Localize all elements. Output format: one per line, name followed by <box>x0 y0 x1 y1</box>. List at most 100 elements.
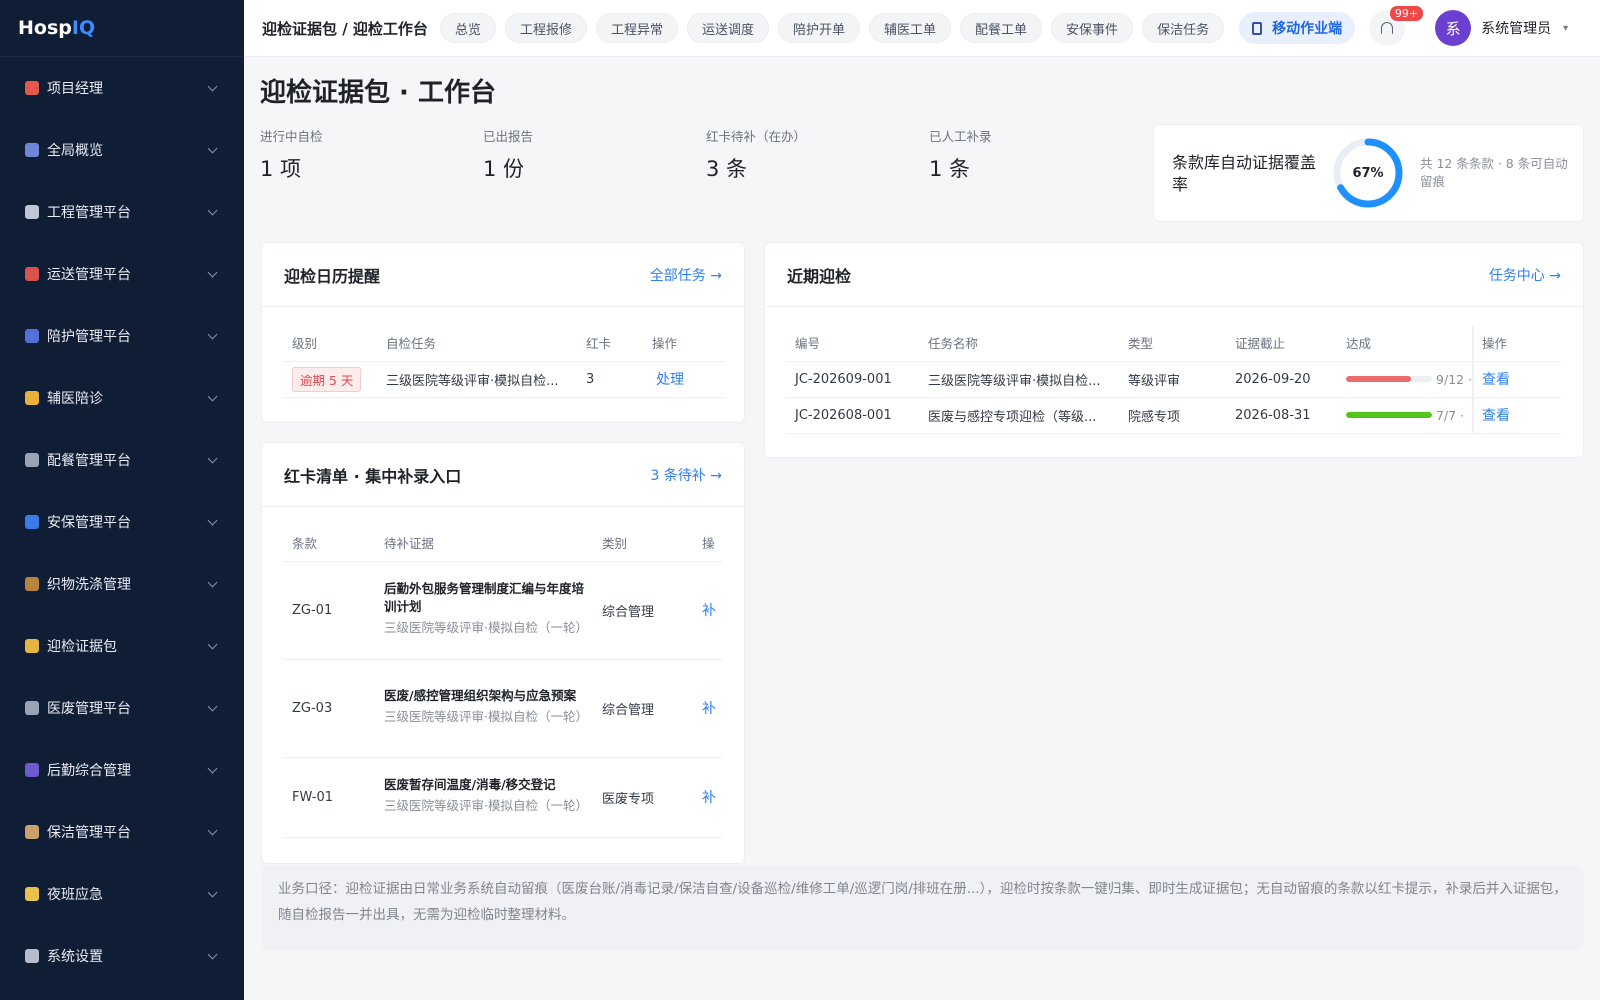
avatar[interactable]: 系 <box>1435 10 1472 46</box>
nav-chip[interactable]: 辅医工单 <box>869 13 952 43</box>
nav-chip[interactable]: 工程报修 <box>504 13 587 43</box>
logo-accent: IQ <box>71 17 96 39</box>
table-row: JC-202609-001 三级医院等级评审·模拟自检... 等级评审 2026… <box>787 361 1561 398</box>
supplement-link[interactable]: 补 <box>702 790 716 806</box>
col-type: 类型 <box>1120 325 1227 362</box>
red-count: 3 <box>578 361 644 398</box>
progress-bar <box>1346 376 1432 382</box>
broom-icon <box>25 825 39 839</box>
sidebar-item-label: 项目经理 <box>47 81 103 97</box>
coverage-percent: 67% <box>1352 165 1384 181</box>
chevron-down-icon <box>207 515 218 525</box>
ambulance-icon <box>25 267 39 281</box>
sidebar-item[interactable]: 保洁管理平台 <box>0 801 244 863</box>
sidebar-item[interactable]: 运送管理平台 <box>0 243 244 305</box>
nav-chip[interactable]: 陪护开单 <box>778 13 861 43</box>
nav-chip[interactable]: 总览 <box>439 13 496 43</box>
col-action: 操 <box>694 525 722 562</box>
nav-chip[interactable]: 安保事件 <box>1051 13 1134 43</box>
red-cards-table: 条款 待补证据 类别 操 ZG-01 后勤外包服务管理制度汇编与年度培训计划 三… <box>284 525 722 838</box>
col-name: 任务名称 <box>920 325 1120 362</box>
red-cards-header: 红卡清单 · 集中补录入口 3 条待补 → <box>262 443 744 507</box>
chevron-down-icon <box>207 267 218 277</box>
stat-red-cards: 红卡待补（在办） 3 条 <box>706 126 806 183</box>
col-action: 操作 <box>644 325 724 362</box>
inspection-name: 医废与感控专项迎检（等级... <box>920 397 1120 434</box>
overdue-tag: 逾期 5 天 <box>292 366 362 392</box>
all-tasks-link[interactable]: 全部任务 → <box>650 265 722 285</box>
recent-card-header: 近期迎检 任务中心 → <box>765 243 1583 307</box>
sidebar-item[interactable]: 辅医陪诊 <box>0 367 244 429</box>
sidebar-item[interactable]: 工程管理平台 <box>0 181 244 243</box>
sidebar-item[interactable]: 织物洗涤管理 <box>0 553 244 615</box>
sidebar-item-label: 工程管理平台 <box>47 205 131 221</box>
recent-title: 近期迎检 <box>787 266 852 286</box>
progress-bar-fill <box>1346 412 1432 418</box>
col-id: 编号 <box>787 325 920 362</box>
sidebar-item-label: 安保管理平台 <box>47 515 131 531</box>
inspection-deadline: 2026-08-31 <box>1227 397 1338 434</box>
nav-chip[interactable]: 工程异常 <box>595 13 678 43</box>
col-evidence: 待补证据 <box>376 525 594 562</box>
col-category: 类别 <box>594 525 694 562</box>
progress-label: 7/7 · <box>1436 407 1465 423</box>
task-center-link[interactable]: 任务中心 → <box>1489 265 1561 285</box>
view-link[interactable]: 查看 <box>1482 372 1510 388</box>
bell-icon <box>1381 22 1394 34</box>
stat-label: 红卡待补（在办） <box>706 129 807 144</box>
chevron-down-icon <box>207 825 218 835</box>
clause-code: FW-01 <box>284 757 376 838</box>
pending-link[interactable]: 3 条待补 → <box>650 465 722 485</box>
sidebar-item-label: 运送管理平台 <box>47 267 131 283</box>
quick-nav-chips: 总览 工程报修 工程异常 运送调度 陪护开单 辅医工单 配餐工单 安保事件 保洁任务 <box>439 13 1233 43</box>
nav-chip[interactable]: 运送调度 <box>686 13 769 43</box>
username[interactable]: 系统管理员 <box>1481 18 1551 38</box>
app-logo[interactable]: Hosp IQ <box>0 0 244 57</box>
stat-value: 1 条 <box>929 157 971 181</box>
logo-main: Hosp <box>18 17 72 39</box>
stat-manual: 已人工补录 1 条 <box>929 126 992 183</box>
evidence-source: 三级医院等级评审·模拟自检（一轮） <box>384 798 588 813</box>
sidebar-item[interactable]: 后勤综合管理 <box>0 739 244 801</box>
sidebar-item[interactable]: 陪护管理平台 <box>0 305 244 367</box>
stat-value: 1 份 <box>483 157 525 181</box>
sidebar-item[interactable]: 配餐管理平台 <box>0 429 244 491</box>
mobile-workspace-button[interactable]: 移动作业端 <box>1239 12 1356 44</box>
sidebar-item[interactable]: 项目经理 <box>0 57 244 119</box>
handle-link[interactable]: 处理 <box>656 372 684 388</box>
nav-chip[interactable]: 保洁任务 <box>1142 13 1225 43</box>
inspection-deadline: 2026-09-20 <box>1227 361 1338 398</box>
shield-icon <box>25 515 39 529</box>
user-menu-caret-icon[interactable]: ▾ <box>1563 23 1568 34</box>
col-code: 条款 <box>284 525 376 562</box>
nav-chip[interactable]: 配餐工单 <box>960 13 1043 43</box>
evidence-title: 后勤外包服务管理制度汇编与年度培训计划 <box>384 581 585 614</box>
mobile-workspace-label: 移动作业端 <box>1272 21 1343 37</box>
clause-code: ZG-01 <box>284 561 376 660</box>
chevron-down-icon <box>207 143 218 153</box>
view-link[interactable]: 查看 <box>1482 408 1510 424</box>
sidebar-item[interactable]: 医废管理平台 <box>0 677 244 739</box>
progress-label: 9/12 · <box>1436 371 1473 387</box>
chevron-down-icon <box>207 949 218 959</box>
inspection-type: 等级评审 <box>1120 361 1227 398</box>
chevron-down-icon <box>207 453 218 463</box>
stat-label: 已人工补录 <box>929 129 992 144</box>
notification-button[interactable]: 99+ <box>1369 4 1426 46</box>
col-progress: 达成 <box>1338 325 1474 362</box>
stat-in-progress: 进行中自检 1 项 <box>260 126 323 183</box>
table-row: ZG-01 后勤外包服务管理制度汇编与年度培训计划 三级医院等级评审·模拟自检（… <box>284 561 722 660</box>
sidebar-item[interactable]: 夜班应急 <box>0 863 244 925</box>
business-note: 业务口径：迎检证据由日常业务系统自动留痕（医废台账/消毒记录/保洁自查/设备巡检… <box>262 866 1584 950</box>
inspection-id: JC-202609-001 <box>787 361 920 398</box>
supplement-link[interactable]: 补 <box>702 701 716 717</box>
sidebar-item[interactable]: 安保管理平台 <box>0 491 244 553</box>
col-level: 级别 <box>284 325 378 362</box>
top-bar: 迎检证据包 / 迎检工作台 总览 工程报修 工程异常 运送调度 陪护开单 辅医工单 配餐工单… <box>244 0 1600 57</box>
sidebar-item[interactable]: 系统设置 <box>0 925 244 987</box>
calendar-card: 迎检日历提醒 全部任务 → 级别 自检任务 红卡 操作 逾期 5 天 三级医院等… <box>261 242 745 423</box>
supplement-link[interactable]: 补 <box>702 603 716 619</box>
gear-icon <box>25 949 39 963</box>
sidebar-item[interactable]: 全局概览 <box>0 119 244 181</box>
sidebar-item[interactable]: 迎检证据包 <box>0 615 244 677</box>
